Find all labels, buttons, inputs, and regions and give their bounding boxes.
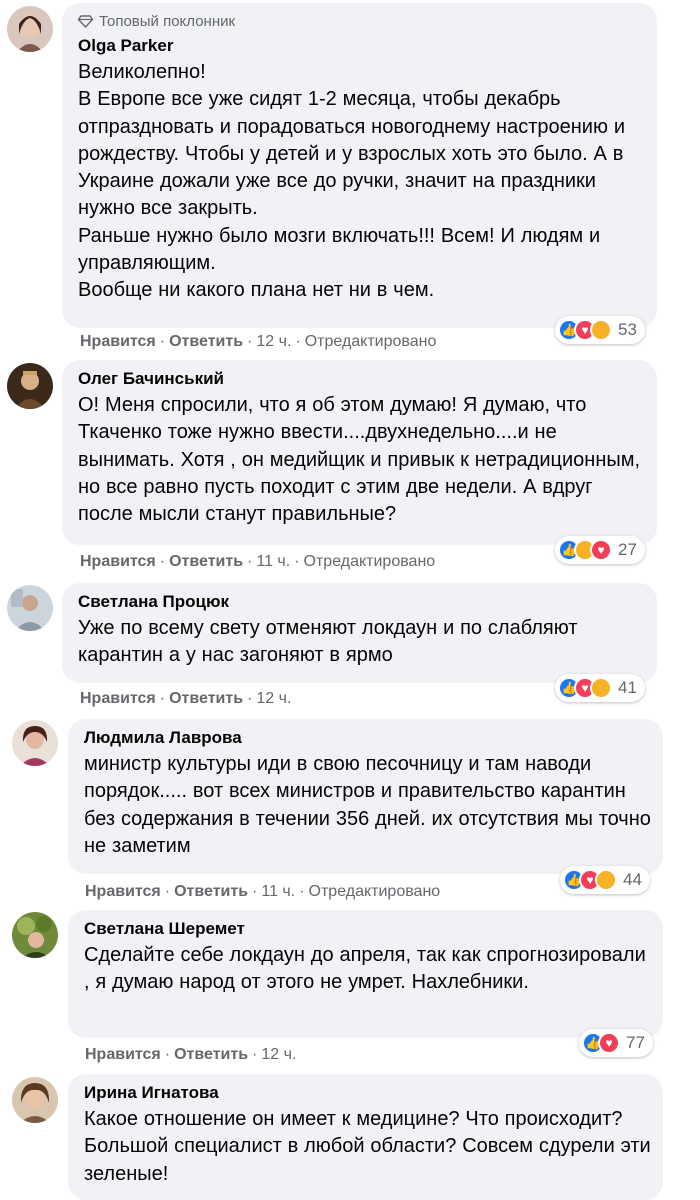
- avatar[interactable]: [7, 585, 53, 631]
- timestamp[interactable]: 11 ч.: [261, 883, 295, 901]
- comment-bubble: Светлана Шеремет Сделайте себе локдаун д…: [68, 910, 663, 1038]
- like-link[interactable]: Нравится: [85, 1046, 161, 1064]
- reaction-count: 44: [623, 870, 642, 889]
- reply-link[interactable]: Ответить: [174, 1046, 248, 1064]
- edited-label[interactable]: Отредактировано: [305, 333, 437, 351]
- sad-icon: [590, 677, 612, 699]
- edited-label[interactable]: Отредактировано: [304, 553, 436, 571]
- comment-text: Какое отношение он имеет к медицине? Что…: [84, 1108, 657, 1185]
- reply-link[interactable]: Ответить: [174, 883, 248, 901]
- comment-actions: Нравится · Ответить · 11 ч. · Отредактирова…: [80, 553, 436, 571]
- reactions-summary[interactable]: 👍 ♥ 77: [579, 1029, 653, 1057]
- badge-label: Топовый поклонник: [99, 12, 236, 30]
- timestamp[interactable]: 12 ч.: [256, 690, 291, 708]
- reactions-summary[interactable]: 👍 ♥ 53: [555, 316, 645, 344]
- comment-text: Сделайте себе локдаун до апреля, так как…: [84, 944, 652, 994]
- author-name[interactable]: Olga Parker: [78, 35, 645, 57]
- reactions-summary[interactable]: 👍 ♥ 41: [555, 674, 645, 702]
- reactions-summary[interactable]: 👍 ♥ 44: [560, 866, 650, 894]
- author-name[interactable]: Светлана Шеремет: [84, 918, 651, 940]
- avatar[interactable]: [12, 720, 58, 766]
- reply-link[interactable]: Ответить: [169, 690, 243, 708]
- like-link[interactable]: Нравится: [80, 553, 156, 571]
- like-link[interactable]: Нравится: [80, 690, 156, 708]
- haha-icon: [590, 319, 612, 341]
- avatar[interactable]: [12, 1077, 58, 1123]
- timestamp[interactable]: 11 ч.: [256, 553, 290, 571]
- reaction-count: 77: [626, 1033, 645, 1052]
- comment-bubble: Топовый поклонник Olga Parker Великолепн…: [62, 3, 657, 328]
- comment-bubble: Ирина Игнатова Какое отношение он имеет …: [68, 1074, 663, 1200]
- timestamp[interactable]: 12 ч.: [256, 333, 291, 351]
- comment-text: Уже по всему свету отменяют локдаун и по…: [78, 617, 584, 667]
- reaction-count: 27: [618, 540, 637, 559]
- comment-text: О! Меня спросили, что я об этом думаю! Я…: [78, 394, 646, 526]
- reaction-count: 53: [618, 320, 637, 339]
- comment-bubble: Олег Бачинський О! Меня спросили, что я …: [62, 360, 657, 545]
- comment-actions: Нравится · Ответить · 12 ч.: [80, 690, 292, 708]
- love-icon: ♥: [590, 539, 612, 561]
- author-name[interactable]: Светлана Процюк: [78, 591, 645, 613]
- wow-icon: [595, 869, 617, 891]
- comment-bubble: Людмила Лаврова министр культуры иди в с…: [68, 719, 663, 874]
- author-name[interactable]: Людмила Лаврова: [84, 727, 651, 749]
- reply-link[interactable]: Ответить: [169, 333, 243, 351]
- reactions-summary[interactable]: 👍 ♥ 27: [555, 536, 645, 564]
- like-link[interactable]: Нравится: [85, 883, 161, 901]
- comment-actions: Нравится · Ответить · 12 ч. · Отредактирова…: [80, 333, 437, 351]
- comment-bubble: Светлана Процюк Уже по всему свету отмен…: [62, 583, 657, 683]
- comment-actions: Нравится · Ответить · 12 ч.: [85, 1046, 297, 1064]
- avatar[interactable]: [12, 912, 58, 958]
- love-icon: ♥: [598, 1032, 620, 1054]
- top-fan-badge: Топовый поклонник: [78, 11, 645, 31]
- author-name[interactable]: Олег Бачинський: [78, 368, 645, 390]
- comment-text: министр культуры иди в свою песочницу и …: [84, 753, 657, 857]
- like-link[interactable]: Нравится: [80, 333, 156, 351]
- reaction-count: 41: [618, 678, 637, 697]
- avatar[interactable]: [7, 6, 53, 52]
- comment-text: Великолепно! В Европе все уже сидят 1-2 …: [78, 61, 625, 302]
- diamond-icon: [78, 14, 93, 28]
- edited-label[interactable]: Отредактировано: [309, 883, 441, 901]
- comment-actions: Нравится · Ответить · 11 ч. · Отредактирова…: [85, 883, 441, 901]
- reply-link[interactable]: Ответить: [169, 553, 243, 571]
- timestamp[interactable]: 12 ч.: [261, 1046, 296, 1064]
- avatar[interactable]: [7, 363, 53, 409]
- author-name[interactable]: Ирина Игнатова: [84, 1082, 651, 1104]
